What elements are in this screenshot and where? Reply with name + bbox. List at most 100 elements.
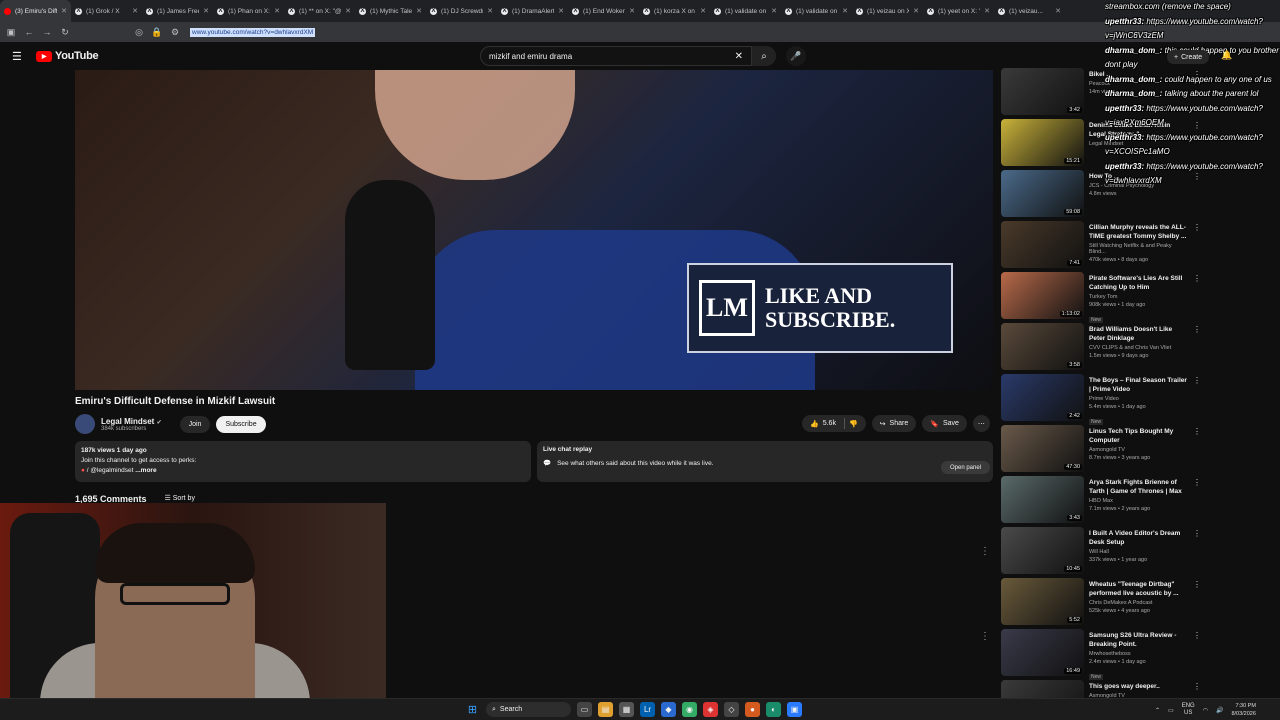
recommendation-more-icon[interactable]: ⋮ (1193, 680, 1201, 698)
video-thumbnail[interactable]: 3:43 (1001, 476, 1084, 523)
back-icon[interactable]: ← (22, 25, 36, 39)
recommendation-item[interactable]: 7:41 Cillian Murphy reveals the ALL-TIME … (1001, 221, 1201, 272)
tracking-icon[interactable]: ◎ (132, 25, 146, 39)
tab-close-icon[interactable]: ✕ (203, 7, 209, 15)
more-link[interactable]: ...more (135, 467, 156, 474)
thumbs-down-icon[interactable]: 👎 (849, 420, 858, 428)
tab-close-icon[interactable]: ✕ (487, 7, 493, 15)
recommendation-item[interactable]: 10:45 I Built A Video Editor's Dream Desk… (1001, 527, 1201, 578)
recommendation-title[interactable]: Linus Tech Tips Bought My Computer (1089, 427, 1188, 445)
browser-tab[interactable]: X (1) validate on X... ✕ (781, 0, 852, 22)
recommendation-more-icon[interactable]: ⋮ (1193, 323, 1201, 374)
clock[interactable]: 7:30 PM 8/03/2026 (1231, 702, 1255, 718)
menu-icon[interactable]: ☰ (12, 50, 22, 63)
tab-close-icon[interactable]: ✕ (61, 7, 67, 15)
description-link[interactable]: / @legalmindset (87, 467, 134, 474)
browser-tab[interactable]: X (1) DramaAlert o...✕ (497, 0, 568, 22)
browser-tab[interactable]: X (1) James Freem... ✕ (142, 0, 213, 22)
tab-close-icon[interactable]: ✕ (629, 7, 635, 15)
recommendation-title[interactable]: Pirate Software's Lies Are Still Catchin… (1089, 274, 1188, 292)
recommendation-item[interactable]: This goes way deeper.. Asmongold TV ⋮ (1001, 680, 1201, 698)
recommendation-channel[interactable]: CVV CLIPS & and Chris Van Vliet (1089, 345, 1188, 351)
tab-close-icon[interactable]: ✕ (416, 7, 422, 15)
recommendation-item[interactable]: 16:49 Samsung S26 Ultra Review - Breaking… (1001, 629, 1201, 680)
recommendation-title[interactable]: This goes way deeper.. (1089, 682, 1188, 691)
subscribe-button[interactable]: Subscribe (216, 415, 266, 433)
tab-close-icon[interactable]: ✕ (558, 7, 564, 15)
sidebar-toggle-icon[interactable]: ▣ (4, 25, 18, 39)
chevron-up-icon[interactable]: ⌃ (1155, 707, 1160, 714)
lock-icon[interactable]: 🔒 (150, 25, 164, 39)
recommendation-channel[interactable]: Asmongold TV (1089, 447, 1188, 453)
channel-name[interactable]: Legal Mindset ✔ (101, 417, 162, 426)
browser-tab[interactable]: X (1) Phan on X: "lis... ✕ (213, 0, 284, 22)
volume-icon[interactable]: 🔊 (1216, 707, 1223, 714)
channel-avatar[interactable] (75, 414, 95, 434)
recommendation-title[interactable]: I Built A Video Editor's Dream Desk Setu… (1089, 529, 1188, 547)
recommendation-more-icon[interactable]: ⋮ (1193, 476, 1201, 527)
recommendation-channel[interactable]: Turkey Tom (1089, 294, 1188, 300)
recommendation-item[interactable]: 47:30 Linus Tech Tips Bought My Computer A… (1001, 425, 1201, 476)
recommendation-title[interactable]: Samsung S26 Ultra Review - Breaking Poin… (1089, 631, 1188, 649)
edge-icon[interactable]: ◐ (766, 702, 781, 717)
video-thumbnail[interactable] (1001, 680, 1084, 698)
reload-icon[interactable]: ↻ (58, 25, 72, 39)
forward-icon[interactable]: → (40, 25, 54, 39)
tab-close-icon[interactable]: ✕ (345, 7, 351, 15)
youtube-logo[interactable]: ▶ YouTube (36, 50, 99, 62)
browser-tab[interactable]: X (1) yeet on X: "Ir... ✕ (923, 0, 994, 22)
video-thumbnail[interactable]: 47:30 (1001, 425, 1084, 472)
comment-more-icon[interactable]: ⋮ (980, 631, 990, 642)
browser-tab[interactable]: X (1) DJ Screwdriv... ✕ (426, 0, 497, 22)
browser-tab[interactable]: X (1) ** on X: "@c...✕ (284, 0, 355, 22)
recommendation-more-icon[interactable]: ⋮ (1193, 578, 1201, 629)
recommendation-channel[interactable]: Will Hall (1089, 549, 1188, 555)
browser-tab[interactable]: X (1) veizau on X: "i...✕ (852, 0, 923, 22)
recommendation-channel[interactable]: Still Watching Netflix & and Peaky Blind… (1089, 243, 1188, 255)
video-thumbnail[interactable]: 2:42 (1001, 374, 1084, 421)
battery-icon[interactable]: ▭ (1168, 707, 1174, 714)
recommendation-title[interactable]: Brad Williams Doesn't Like Peter Dinklag… (1089, 325, 1188, 343)
create-button[interactable]: + Create (1167, 50, 1210, 64)
tab-close-icon[interactable]: ✕ (771, 7, 777, 15)
recommendation-channel[interactable]: Chris DeMakes A Podcast (1089, 600, 1188, 606)
comment-more-icon[interactable]: ⋮ (980, 546, 990, 557)
recommendation-item[interactable]: 2:42 The Boys – Final Season Trailer | Pr… (1001, 374, 1201, 425)
recommendation-title[interactable]: Arya Stark Fights Brienne of Tarth | Gam… (1089, 478, 1188, 496)
tab-close-icon[interactable]: ✕ (1055, 7, 1061, 15)
wifi-icon[interactable]: ◠ (1203, 707, 1208, 714)
recommendation-more-icon[interactable]: ⋮ (1193, 221, 1201, 272)
browser-tab[interactable]: (3) Emiru's Diffic...✕ (0, 0, 71, 22)
video-player[interactable]: LM LIKE AND SUBSCRIBE. (75, 70, 993, 390)
windows-start-icon[interactable]: ⊞ (465, 702, 480, 717)
app2-icon[interactable]: ◉ (682, 702, 697, 717)
browser-tab[interactable]: X (1) veizau... ✕ (994, 0, 1065, 22)
browser-tab[interactable]: X (1) korza X on X... ✕ (639, 0, 710, 22)
more-actions-button[interactable]: ⋯ (972, 415, 990, 432)
browser-tab[interactable]: X (1) Grok / X ✕ (71, 0, 142, 22)
recommendation-channel[interactable]: Prime Video (1089, 396, 1188, 402)
app-icon[interactable]: ▦ (619, 702, 634, 717)
video-thumbnail[interactable]: 10:45 (1001, 527, 1084, 574)
tab-close-icon[interactable]: ✕ (700, 7, 706, 15)
recommendation-item[interactable]: 3:58 Brad Williams Doesn't Like Peter Din… (1001, 323, 1201, 374)
browser-tab[interactable]: X (1) Mythic Talent✕ (355, 0, 426, 22)
recommendation-more-icon[interactable]: ⋮ (1193, 272, 1201, 323)
tab-close-icon[interactable]: ✕ (842, 7, 848, 15)
recommendation-title[interactable]: Wheatus "Teenage Dirtbag" performed live… (1089, 580, 1188, 598)
recommendation-title[interactable]: Cillian Murphy reveals the ALL-TIME grea… (1089, 223, 1188, 241)
like-button[interactable]: 👍 5.6k 👎 (802, 415, 866, 432)
clear-search-icon[interactable]: ✕ (735, 51, 743, 62)
join-button[interactable]: Join (179, 415, 211, 433)
recommendation-more-icon[interactable]: ⋮ (1193, 425, 1201, 476)
search-button[interactable]: ⌕ (752, 46, 776, 66)
recommendation-channel[interactable]: HBO Max (1089, 498, 1188, 504)
recommendation-item[interactable]: 3:43 Arya Stark Fights Brienne of Tarth |… (1001, 476, 1201, 527)
recommendation-title[interactable]: The Boys – Final Season Trailer | Prime … (1089, 376, 1188, 394)
recommendation-more-icon[interactable]: ⋮ (1193, 629, 1201, 680)
video-thumbnail[interactable]: 7:41 (1001, 221, 1084, 268)
url-field[interactable]: www.youtube.com/watch?v=dwhlavxrdXM (190, 27, 316, 37)
browser-tab[interactable]: X (1) validate on X... ✕ (710, 0, 781, 22)
photos-icon[interactable]: ◆ (661, 702, 676, 717)
language-indicator[interactable]: ENG US (1182, 703, 1195, 717)
